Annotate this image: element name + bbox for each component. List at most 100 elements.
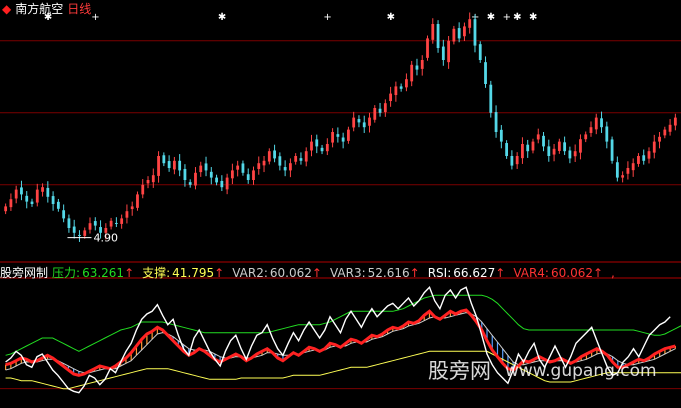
candle-body — [373, 108, 377, 120]
indicator-item-value: 60.062 — [269, 266, 312, 280]
candle-body — [41, 187, 44, 192]
candle-body — [547, 146, 551, 156]
signal-marker: + — [323, 12, 331, 23]
candle-body — [526, 144, 530, 152]
candle-body — [120, 218, 124, 224]
candle-body — [594, 117, 598, 130]
candle-body — [278, 156, 282, 166]
candle-body — [394, 86, 398, 96]
indicator-item-label: VAR3: — [329, 266, 366, 280]
candle-body — [4, 206, 8, 212]
chart-header: ◆ 南方航空 日线 — [2, 0, 95, 17]
candle-body — [46, 187, 50, 197]
indicator-item-label: 支撑: — [142, 266, 171, 280]
candle-body — [515, 156, 519, 165]
candle-body — [30, 201, 34, 204]
candle-body — [658, 136, 661, 142]
indicator-item: VAR2: 60.062↑ — [232, 266, 326, 280]
candle-body — [141, 184, 145, 195]
candle-body — [14, 189, 18, 199]
candlestick-series — [4, 12, 677, 242]
indicator-item-label: 压力: — [52, 266, 81, 280]
candle-body — [35, 189, 39, 203]
candle-body — [510, 156, 514, 166]
candle-body — [531, 141, 535, 151]
candle-body — [441, 46, 445, 60]
indicator-item-label: RSI: — [427, 266, 452, 280]
candle-body — [521, 144, 524, 159]
up-arrow-icon: ↑ — [311, 266, 322, 280]
candle-body — [410, 64, 414, 82]
candle-body — [51, 196, 55, 204]
candle-body — [230, 170, 234, 179]
watermark-url: www.gupang.com — [505, 361, 657, 381]
indicator-item: 支撑: 41.795↑ — [142, 266, 228, 280]
candle-body — [557, 141, 561, 151]
candle-body — [473, 19, 477, 46]
candle-body — [478, 44, 482, 60]
candle-body — [505, 143, 509, 156]
candle-body — [457, 28, 461, 39]
indicator-header: 股旁网制 压力: 63.261↑ 支撑: 41.795↑ VAR2: 60.062↑ VAR3… — [0, 264, 619, 281]
candle-body — [552, 148, 556, 155]
candle-body — [347, 129, 350, 141]
candle-body — [157, 156, 160, 176]
candle-body — [9, 199, 13, 208]
candle-body — [621, 175, 625, 178]
candle-body — [125, 211, 129, 218]
candle-body — [188, 182, 192, 185]
candle-body — [631, 163, 635, 171]
indicator-item-value: 60.062 — [550, 266, 593, 280]
candle-body — [389, 93, 392, 102]
candle-body — [405, 79, 408, 88]
candle-body — [236, 165, 240, 170]
candle-body — [494, 112, 498, 132]
candle-body — [331, 132, 334, 143]
indicator-item-value: 63.261 — [82, 266, 125, 280]
candle-body — [241, 163, 245, 173]
candle-body — [378, 108, 382, 113]
candle-body — [172, 160, 176, 170]
indicator-name: 股旁网制 — [0, 266, 49, 280]
candle-body — [209, 171, 213, 178]
candle-body — [283, 167, 287, 171]
candle-body — [320, 147, 324, 152]
low-price-label: 4.90 — [93, 232, 118, 245]
candle-body — [642, 155, 646, 161]
candle-body — [383, 103, 387, 113]
candle-body — [589, 127, 593, 133]
candle-body — [267, 151, 271, 162]
candle-body — [579, 139, 582, 153]
candle-body — [573, 151, 577, 157]
candle-body — [652, 141, 656, 153]
red-diamond-icon: ◆ — [2, 2, 12, 16]
up-arrow-icon: ↑ — [124, 266, 135, 280]
candle-body — [257, 163, 261, 169]
candle-body — [584, 134, 588, 140]
candle-body — [600, 118, 603, 128]
candle-body — [352, 117, 356, 128]
candle-body — [146, 180, 150, 184]
candle-body — [357, 119, 361, 123]
candle-body — [647, 151, 651, 159]
candle-body — [362, 122, 366, 128]
candle-body — [468, 19, 472, 28]
candle-body — [463, 26, 466, 37]
candle-body — [56, 201, 60, 209]
candle-body — [447, 40, 451, 63]
candle-body — [83, 230, 87, 236]
candle-body — [130, 206, 134, 210]
candle-body — [315, 139, 319, 147]
candle-body — [310, 141, 313, 151]
indicator-item: RSI: 66.627↑ — [428, 266, 510, 280]
candle-body — [484, 62, 487, 84]
candle-body — [62, 210, 66, 219]
candle-body — [615, 162, 619, 178]
candle-body — [368, 117, 371, 126]
candle-body — [167, 161, 171, 168]
candle-body — [67, 218, 71, 228]
candle-body — [568, 150, 572, 159]
indicator-item-value: 52.616 — [367, 266, 410, 280]
signal-marker: ✱ — [513, 12, 521, 23]
candle-body — [220, 180, 224, 188]
